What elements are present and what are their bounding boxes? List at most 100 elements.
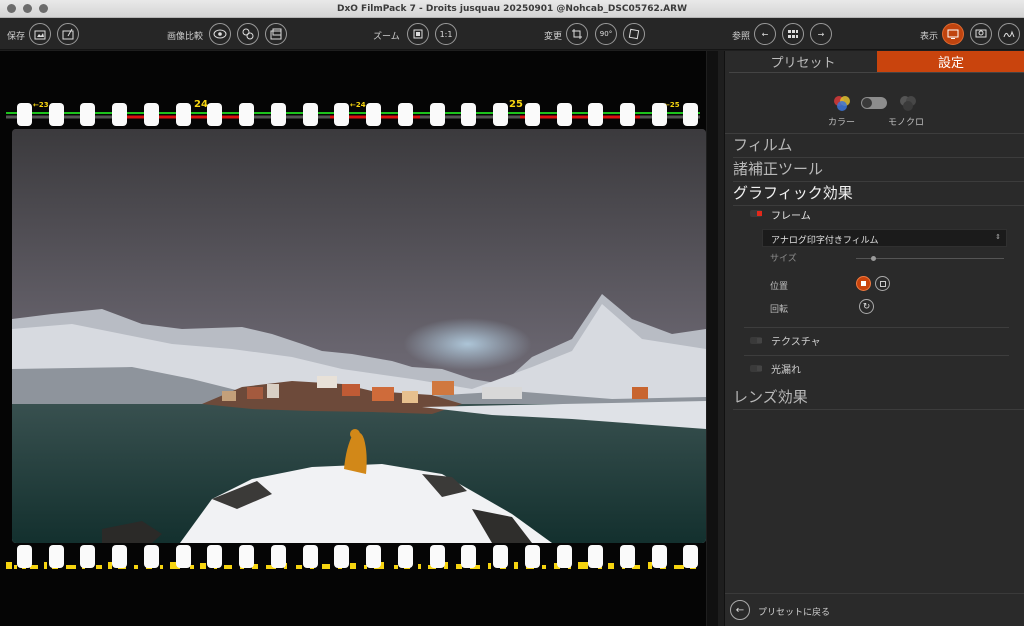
display-label: 表示 <box>920 32 939 42</box>
tab-settings[interactable]: 設定 <box>877 51 1024 73</box>
compare-split-button[interactable] <box>237 23 259 45</box>
display-fullscreen-button[interactable] <box>942 23 964 45</box>
minimize-window-button[interactable] <box>23 4 32 13</box>
section-correction-title: 諸補正ツール <box>733 158 1024 182</box>
zoom-100-button[interactable]: 1:1 <box>435 23 457 45</box>
sprocket-hole <box>683 545 698 568</box>
section-film-title: フィルム <box>733 134 1024 158</box>
frame-position-label: 位置 <box>770 282 789 292</box>
section-lens-effects-title: レンズ効果 <box>733 386 1024 410</box>
frame-size-slider-handle[interactable] <box>871 256 876 261</box>
frame-number-24a: ←24 <box>350 101 366 109</box>
rotate-frame-button[interactable]: ↻ <box>859 299 874 314</box>
frame-size-slider[interactable] <box>856 258 1004 259</box>
compare-side-button[interactable] <box>265 23 287 45</box>
section-film[interactable]: フィルム <box>733 134 1024 158</box>
frame-type-select[interactable]: アナログ印字付きフィルム ⇕ <box>762 229 1007 247</box>
image-viewer[interactable]: ←23 24 ←24 25 ←25 <box>0 51 718 626</box>
close-window-button[interactable] <box>7 4 16 13</box>
save-label: 保存 <box>7 32 26 42</box>
sprocket-hole <box>366 545 381 568</box>
sprocket-hole <box>271 545 286 568</box>
image-compare-icon <box>270 28 282 40</box>
window-title: DxO FilmPack 7 - Droits jusquau 20250901… <box>337 3 687 14</box>
transform-label: 変更 <box>544 32 563 42</box>
section-lens-effects[interactable]: レンズ効果 <box>733 386 1024 410</box>
frame-enable-switch[interactable] <box>750 210 762 217</box>
sprocket-hole <box>80 545 95 568</box>
viewer-scrollbar[interactable] <box>706 51 718 626</box>
frame-number-25: 25 <box>509 99 523 110</box>
light-leak-enable-switch[interactable] <box>750 365 762 372</box>
sprocket-hole <box>17 103 32 126</box>
image-share-icon <box>62 28 74 40</box>
section-correction[interactable]: 諸補正ツール <box>733 158 1024 182</box>
grid-icon <box>788 30 798 38</box>
next-image-button[interactable]: → <box>810 23 832 45</box>
frame-size-label: サイズ <box>770 254 797 264</box>
display-histogram-button[interactable] <box>998 23 1020 45</box>
sprocket-hole <box>557 103 572 126</box>
landscape-photo <box>12 129 706 543</box>
compare-preview-button[interactable] <box>209 23 231 45</box>
texture-enable-switch[interactable] <box>750 337 762 344</box>
panel-footer: ← プリセットに戻る <box>725 593 1024 626</box>
light-leak-label[interactable]: 光漏れ <box>771 361 801 376</box>
sprocket-hole <box>144 545 159 568</box>
display-loupe-button[interactable] <box>970 23 992 45</box>
sprocket-hole <box>207 103 222 126</box>
section-graphic-effects[interactable]: グラフィック効果 <box>733 182 1024 206</box>
sprocket-hole <box>652 545 667 568</box>
sprocket-hole <box>588 103 603 126</box>
compare-label: 画像比較 <box>167 32 204 42</box>
crop-button[interactable] <box>566 23 588 45</box>
rotate-90-button[interactable]: 90° <box>595 23 617 45</box>
color-mono-toggle[interactable] <box>861 97 887 109</box>
sprocket-hole <box>525 103 540 126</box>
sprocket-hole <box>49 103 64 126</box>
sprocket-hole <box>112 103 127 126</box>
loupe-icon <box>975 29 987 38</box>
tab-presets[interactable]: プリセット <box>729 51 877 73</box>
texture-label[interactable]: テクスチャ <box>771 333 821 348</box>
zoom-fit-button[interactable] <box>407 23 429 45</box>
sprocket-hole <box>334 103 349 126</box>
sprocket-hole <box>17 545 32 568</box>
sprocket-hole <box>303 103 318 126</box>
film-strip-bottom <box>0 542 706 572</box>
arrow-left-icon: ← <box>735 604 745 616</box>
section-graphic-effects-title: グラフィック効果 <box>733 182 1024 206</box>
zoom-window-button[interactable] <box>39 4 48 13</box>
toolbar: 保存 画像比較 ズーム 1:1 変更 90° 参照 ← → 表示 <box>0 18 1024 50</box>
sprocket-hole <box>366 103 381 126</box>
sprocket-hole <box>176 103 191 126</box>
export-image-button[interactable] <box>57 23 79 45</box>
sprocket-hole <box>461 545 476 568</box>
sprocket-hole <box>271 103 286 126</box>
straighten-button[interactable] <box>623 23 645 45</box>
sprocket-hole <box>239 545 254 568</box>
save-image-button[interactable] <box>29 23 51 45</box>
sprocket-hole <box>525 545 540 568</box>
position-fill-button[interactable] <box>875 276 890 291</box>
histogram-icon <box>1003 30 1015 38</box>
color-mode-icon <box>834 96 850 111</box>
sprocket-hole <box>557 545 572 568</box>
sprocket-hole <box>144 103 159 126</box>
grid-view-button[interactable] <box>782 23 804 45</box>
rotate-icon: ↻ <box>862 301 871 312</box>
back-to-presets-button[interactable]: ← <box>730 600 750 620</box>
settings-panel: プリセット 設定 カラー モノクロ フィルム 諸補正ツール グラフィック効果 フ… <box>724 51 1024 626</box>
sprocket-hole <box>80 103 95 126</box>
back-to-presets-label[interactable]: プリセットに戻る <box>758 605 830 618</box>
split-compare-icon <box>242 28 254 40</box>
arrow-right-icon: → <box>817 29 825 39</box>
image-export-icon <box>34 30 46 40</box>
position-center-button[interactable] <box>856 276 871 291</box>
photo-preview[interactable] <box>12 129 706 543</box>
window-controls <box>7 4 48 13</box>
sprocket-hole <box>493 545 508 568</box>
crop-icon <box>572 29 582 39</box>
zoom-label: ズーム <box>373 32 400 42</box>
previous-image-button[interactable]: ← <box>754 23 776 45</box>
